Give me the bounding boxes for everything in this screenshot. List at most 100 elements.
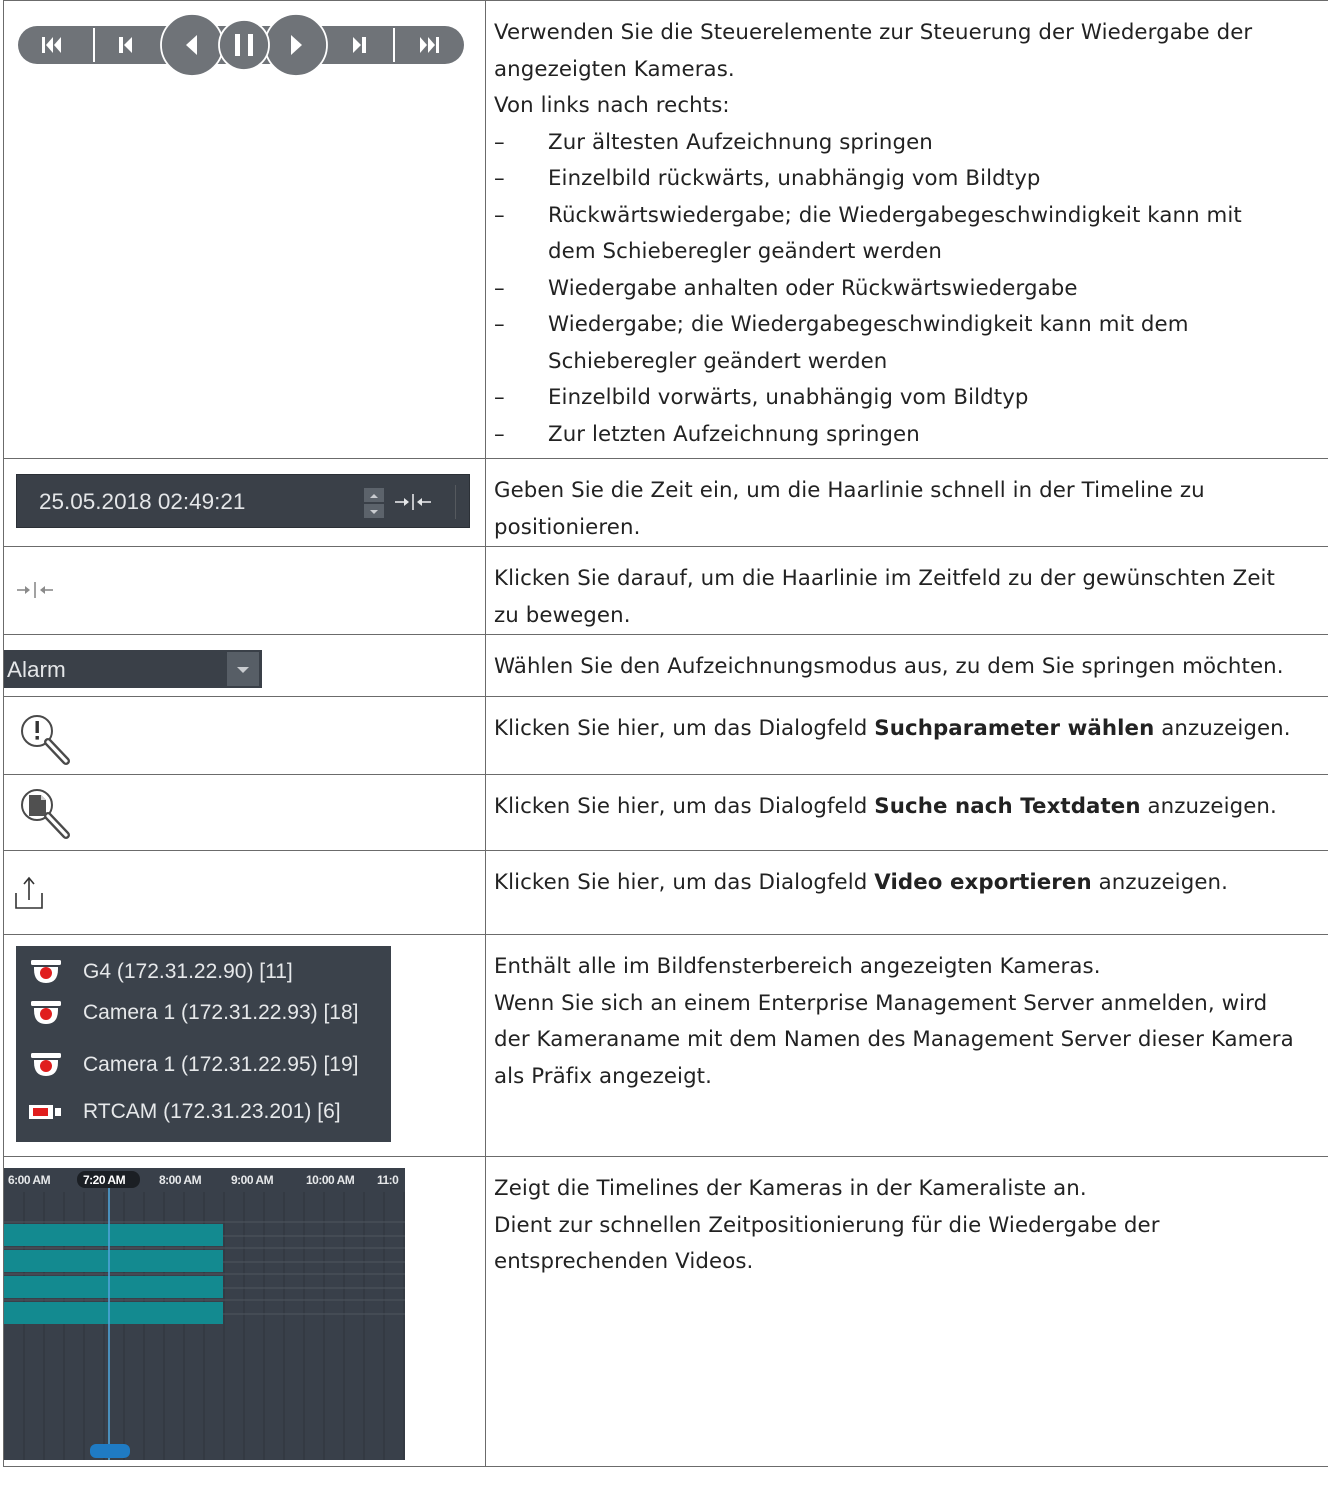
list-item-text: Rückwärtswiedergabe; die Wiedergabegesch…	[548, 202, 1242, 228]
tick-label: 7:20 AM	[83, 1173, 126, 1187]
timeline-panel[interactable]: 6:00 AM 7:20 AM 8:00 AM 9:00 AM 10:00 AM…	[4, 1168, 405, 1460]
recording-mode-value: Alarm	[7, 657, 66, 682]
playback-intro-line: angezeigten Kameras.	[494, 56, 735, 82]
spin-up-icon[interactable]	[364, 488, 384, 502]
camera-list: G4 (172.31.22.90) [11] Camera 1 (172.31.…	[16, 946, 391, 1142]
spin-down-icon[interactable]	[364, 504, 384, 518]
cell-textsearch-description: Klicken Sie hier, um das Dialogfeld Such…	[485, 774, 1328, 851]
playback-intro-line: Verwenden Sie die Steuerelemente zur Ste…	[494, 20, 1253, 45]
playback-control-bar	[18, 13, 464, 77]
row-jump-to-time: Klicken Sie darauf, um die Haarlinie im …	[3, 546, 1328, 635]
divider	[455, 485, 456, 519]
list-item: – Zur letzten Aufzeichnung springen	[494, 417, 1328, 454]
camera-list-item[interactable]: G4 (172.31.22.90) [11]	[16, 951, 391, 991]
text-segment: Klicken Sie hier, um das Dialogfeld	[494, 794, 875, 819]
hairline-handle[interactable]	[90, 1444, 130, 1458]
list-item-text: Wiedergabe; die Wiedergabegeschwindigkei…	[548, 312, 1189, 337]
playback-intro-line: Von links nach rechts:	[494, 93, 730, 118]
dropdown-button[interactable]	[227, 652, 259, 686]
row-search-parameters: Klicken Sie hier, um das Dialogfeld Such…	[3, 696, 1328, 775]
time-input[interactable]: 25.05.2018 02:49:21	[39, 489, 245, 515]
row-text-search: Klicken Sie hier, um das Dialogfeld Such…	[3, 774, 1328, 851]
tick-label: 9:00 AM	[231, 1173, 274, 1187]
cell-export-image	[3, 850, 486, 935]
description-line: Wählen Sie den Aufzeichnungsmodus aus, z…	[494, 654, 1284, 679]
description-line: Dient zur schnellen Zeitpositionierung f…	[494, 1212, 1160, 1238]
camera-label: G4 (172.31.22.90) [11]	[83, 960, 293, 983]
camera-label: Camera 1 (172.31.22.93) [18]	[83, 1001, 359, 1024]
list-item: – Zur ältesten Aufzeichnung springen	[494, 125, 1328, 162]
row-timeline: 6:00 AM 7:20 AM 8:00 AM 9:00 AM 10:00 AM…	[3, 1156, 1328, 1467]
dash-marker: –	[494, 421, 505, 447]
description-line: zu bewegen.	[494, 602, 631, 628]
description-line: Wenn Sie sich an einem Enterprise Manage…	[494, 990, 1268, 1016]
description-line: Zeigt die Timelines der Kameras in der K…	[494, 1176, 1087, 1201]
text-segment: anzuzeigen.	[1154, 716, 1291, 741]
list-item-text: Einzelbild vorwärts, unabhängig vom Bild…	[548, 385, 1029, 410]
camera-list-item[interactable]: Camera 1 (172.31.22.95) [19]	[16, 1044, 391, 1084]
camera-list-item[interactable]: RTCAM (172.31.23.201) [6]	[16, 1091, 391, 1131]
description-line: Geben Sie die Zeit ein, um die Haarlinie…	[494, 478, 1205, 503]
description-line: Klicken Sie hier, um das Dialogfeld Vide…	[494, 865, 1328, 902]
description-line: entsprechenden Videos.	[494, 1249, 754, 1274]
cell-timefield-description: Geben Sie die Zeit ein, um die Haarlinie…	[485, 458, 1328, 547]
cell-camlist-description: Enthält alle im Bildfensterbereich angez…	[485, 934, 1328, 1157]
cell-export-description: Klicken Sie hier, um das Dialogfeld Vide…	[485, 850, 1328, 935]
description-line: Klicken Sie hier, um das Dialogfeld Such…	[494, 789, 1328, 826]
dome-camera-icon	[31, 960, 61, 983]
description-line: Klicken Sie hier, um das Dialogfeld Such…	[494, 711, 1328, 748]
row-export-video: Klicken Sie hier, um das Dialogfeld Vide…	[3, 850, 1328, 935]
row-camera-list: G4 (172.31.22.90) [11] Camera 1 (172.31.…	[3, 934, 1328, 1157]
box-camera-icon	[29, 1105, 61, 1119]
text-segment: Klicken Sie hier, um das Dialogfeld	[494, 716, 875, 741]
cell-mode-description: Wählen Sie den Aufzeichnungsmodus aus, z…	[485, 634, 1328, 697]
time-spinner[interactable]	[364, 488, 384, 518]
dash-marker: –	[494, 385, 505, 410]
tick-label: 6:00 AM	[8, 1173, 51, 1187]
dialog-name: Suche nach Textdaten	[874, 794, 1141, 819]
cell-playback-description: Verwenden Sie die Steuerelemente zur Ste…	[485, 0, 1328, 459]
list-item: – Einzelbild vorwärts, unabhängig vom Bil…	[494, 380, 1328, 417]
list-item-text: Wiedergabe anhalten oder Rückwärtswieder…	[548, 275, 1078, 301]
list-item: – Wiedergabe anhalten oder Rückwärtswiede…	[494, 271, 1328, 308]
dome-camera-icon	[31, 1001, 61, 1024]
cell-timefield-image: 25.05.2018 02:49:21	[3, 458, 486, 547]
cell-playback-image	[3, 0, 486, 459]
camera-label: Camera 1 (172.31.22.95) [19]	[83, 1053, 359, 1076]
text-segment: anzuzeigen.	[1140, 794, 1277, 819]
row-time-field: 25.05.2018 02:49:21 Geben Sie die Zeit e…	[3, 458, 1328, 547]
cell-jump-image	[3, 546, 486, 635]
camera-list-item[interactable]: Camera 1 (172.31.22.93) [18]	[16, 992, 391, 1032]
description-line: positionieren.	[494, 514, 641, 540]
tick-label: 11:0	[377, 1173, 399, 1187]
dome-camera-icon	[31, 1053, 61, 1076]
text-search-icon[interactable]	[16, 785, 76, 841]
cell-search-image	[3, 696, 486, 775]
description-line: als Präfix angezeigt.	[494, 1063, 713, 1089]
time-field: 25.05.2018 02:49:21	[16, 474, 470, 528]
description-line: Enthält alle im Bildfensterbereich angez…	[494, 954, 1101, 979]
list-item: – Wiedergabe; die Wiedergabegeschwindigke…	[494, 307, 1328, 380]
text-segment: anzuzeigen.	[1091, 870, 1228, 895]
cell-timeline-image: 6:00 AM 7:20 AM 8:00 AM 9:00 AM 10:00 AM…	[3, 1156, 486, 1467]
dash-marker: –	[494, 202, 505, 228]
dash-marker: –	[494, 129, 505, 155]
jump-to-time-icon[interactable]	[15, 580, 55, 600]
cell-mode-image: Alarm	[3, 634, 486, 697]
cell-timeline-description: Zeigt die Timelines der Kameras in der K…	[485, 1156, 1328, 1467]
search-parameters-icon[interactable]	[16, 711, 76, 767]
list-item-text: Zur letzten Aufzeichnung springen	[548, 421, 920, 447]
row-playback-controls: Verwenden Sie die Steuerelemente zur Ste…	[3, 0, 1328, 459]
tick-label: 8:00 AM	[159, 1173, 202, 1187]
dialog-name: Video exportieren	[874, 870, 1092, 895]
list-item: – Einzelbild rückwärts, unabhängig vom Bi…	[494, 161, 1328, 198]
timeline-graphic: 6:00 AM 7:20 AM 8:00 AM 9:00 AM 10:00 AM…	[4, 1171, 405, 1460]
list-item-text: Zur ältesten Aufzeichnung springen	[548, 129, 933, 155]
jump-to-time-icon[interactable]	[393, 492, 433, 512]
export-icon[interactable]	[10, 873, 50, 913]
dash-marker: –	[494, 312, 505, 337]
row-recording-mode: Alarm Wählen Sie den Aufzeichnungsmodus …	[3, 634, 1328, 697]
recording-mode-select[interactable]: Alarm	[4, 650, 262, 688]
list-item: – Rückwärtswiedergabe; die Wiedergabegesc…	[494, 198, 1328, 271]
description-line: der Kameraname mit dem Namen des Managem…	[494, 1027, 1294, 1052]
